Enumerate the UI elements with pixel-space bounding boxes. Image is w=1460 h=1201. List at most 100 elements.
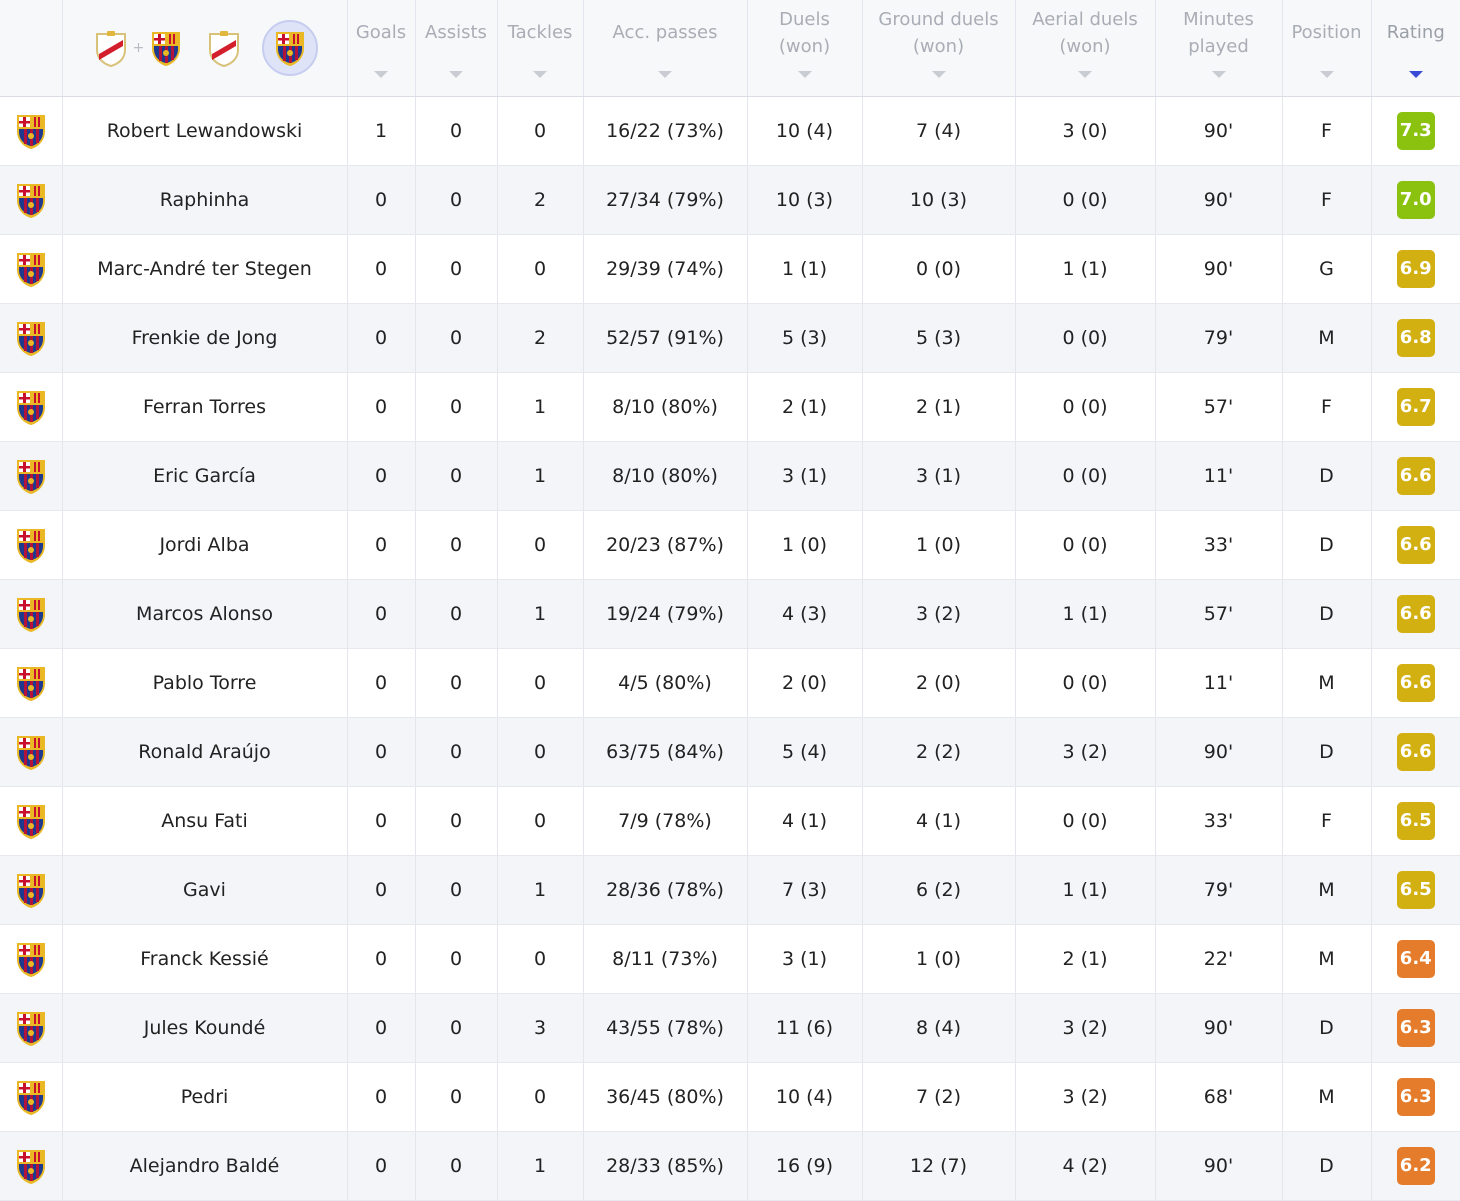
- barcelona-crest-icon: [16, 253, 45, 287]
- ground-duels-cell: 12 (7): [862, 1131, 1016, 1201]
- player-name[interactable]: Jordi Alba: [62, 510, 348, 580]
- player-name[interactable]: Frenkie de Jong: [62, 303, 348, 373]
- table-row[interactable]: Jordi Alba 0 0 0 20/23 (87%) 1 (0) 1 (0)…: [0, 510, 1460, 580]
- team-crest-cell: [0, 303, 63, 373]
- acc-passes-cell: 16/22 (73%): [583, 96, 748, 166]
- aerial-duels-cell: 1 (1): [1015, 579, 1156, 649]
- acc-passes-cell: 8/10 (80%): [583, 441, 748, 511]
- player-name[interactable]: Pablo Torre: [62, 648, 348, 718]
- column-header-rating[interactable]: Rating: [1371, 0, 1460, 97]
- rating-badge: 6.4: [1396, 940, 1435, 978]
- table-row[interactable]: Marcos Alonso 0 0 1 19/24 (79%) 4 (3) 3 …: [0, 579, 1460, 649]
- player-name[interactable]: Marc-André ter Stegen: [62, 234, 348, 304]
- tackles-cell: 0: [497, 234, 584, 304]
- team-filter-barcelona-button[interactable]: [262, 20, 319, 76]
- column-header-acc-passes[interactable]: Acc. passes: [583, 0, 748, 97]
- goals-cell: 0: [347, 1131, 416, 1201]
- column-header-minutes-played[interactable]: Minutes played: [1155, 0, 1283, 97]
- tackles-cell: 0: [497, 786, 584, 856]
- position-cell: D: [1282, 579, 1372, 649]
- rating-badge: 6.6: [1396, 733, 1435, 771]
- player-name[interactable]: Jules Koundé: [62, 993, 348, 1063]
- minutes-played-cell: 90': [1155, 96, 1283, 166]
- ground-duels-cell: 1 (0): [862, 510, 1016, 580]
- team-filter-rayo-button[interactable]: [196, 20, 252, 76]
- duels-cell: 2 (1): [747, 372, 863, 442]
- barcelona-crest-icon: [16, 460, 45, 494]
- table-row[interactable]: Ansu Fati 0 0 0 7/9 (78%) 4 (1) 4 (1) 0 …: [0, 786, 1460, 856]
- column-header-tackles[interactable]: Tackles: [497, 0, 584, 97]
- table-row[interactable]: Raphinha 0 0 2 27/34 (79%) 10 (3) 10 (3)…: [0, 165, 1460, 235]
- player-name[interactable]: Eric García: [62, 441, 348, 511]
- table-row[interactable]: Alejandro Baldé 0 0 1 28/33 (85%) 16 (9)…: [0, 1131, 1460, 1201]
- table-row[interactable]: Ferran Torres 0 0 1 8/10 (80%) 2 (1) 2 (…: [0, 372, 1460, 442]
- column-header-goals[interactable]: Goals: [347, 0, 416, 97]
- duels-cell: 7 (3): [747, 855, 863, 925]
- barcelona-crest-icon: [16, 322, 45, 356]
- table-row[interactable]: Frenkie de Jong 0 0 2 52/57 (91%) 5 (3) …: [0, 303, 1460, 373]
- ground-duels-cell: 1 (0): [862, 924, 1016, 994]
- player-name[interactable]: Pedri: [62, 1062, 348, 1132]
- rating-cell: 6.5: [1371, 855, 1460, 925]
- player-name[interactable]: Alejandro Baldé: [62, 1131, 348, 1201]
- ground-duels-cell: 8 (4): [862, 993, 1016, 1063]
- column-header-position[interactable]: Position: [1282, 0, 1372, 97]
- table-row[interactable]: Robert Lewandowski 1 0 0 16/22 (73%) 10 …: [0, 96, 1460, 166]
- table-row[interactable]: Eric García 0 0 1 8/10 (80%) 3 (1) 3 (1)…: [0, 441, 1460, 511]
- table-row[interactable]: Gavi 0 0 1 28/36 (78%) 7 (3) 6 (2) 1 (1)…: [0, 855, 1460, 925]
- team-crest-cell: [0, 1062, 63, 1132]
- table-row[interactable]: Jules Koundé 0 0 3 43/55 (78%) 11 (6) 8 …: [0, 993, 1460, 1063]
- sort-arrow-icon: [374, 71, 388, 78]
- assists-cell: 0: [415, 924, 498, 994]
- tackles-cell: 0: [497, 96, 584, 166]
- rating-badge: 6.8: [1396, 319, 1435, 357]
- minutes-played-cell: 90': [1155, 165, 1283, 235]
- sort-arrow-icon: [1211, 71, 1226, 78]
- table-row[interactable]: Marc-André ter Stegen 0 0 0 29/39 (74%) …: [0, 234, 1460, 304]
- column-label: Rating: [1386, 22, 1445, 43]
- player-name[interactable]: Ronald Araújo: [62, 717, 348, 787]
- position-cell: D: [1282, 717, 1372, 787]
- barcelona-crest-icon: [276, 32, 305, 66]
- player-rows: Robert Lewandowski 1 0 0 16/22 (73%) 10 …: [0, 96, 1460, 1201]
- rating-badge: 6.6: [1396, 595, 1435, 633]
- player-name[interactable]: Raphinha: [62, 165, 348, 235]
- player-name[interactable]: Franck Kessié: [62, 924, 348, 994]
- minutes-played-cell: 90': [1155, 234, 1283, 304]
- player-name[interactable]: Gavi: [62, 855, 348, 925]
- rating-badge: 7.0: [1396, 181, 1435, 219]
- column-header-ground-duels[interactable]: Ground duels (won): [862, 0, 1016, 97]
- table-row[interactable]: Pablo Torre 0 0 0 4/5 (80%) 2 (0) 2 (0) …: [0, 648, 1460, 718]
- acc-passes-cell: 7/9 (78%): [583, 786, 748, 856]
- team-crest-cell: [0, 441, 63, 511]
- tackles-cell: 1: [497, 441, 584, 511]
- goals-cell: 0: [347, 303, 416, 373]
- assists-cell: 0: [415, 234, 498, 304]
- rating-cell: 6.6: [1371, 717, 1460, 787]
- team-crest-cell: [0, 579, 63, 649]
- column-header-duels[interactable]: Duels (won): [747, 0, 863, 97]
- sort-arrow-icon: [533, 71, 547, 78]
- goals-cell: 0: [347, 648, 416, 718]
- table-row[interactable]: Pedri 0 0 0 36/45 (80%) 10 (4) 7 (2) 3 (…: [0, 1062, 1460, 1132]
- table-row[interactable]: Franck Kessié 0 0 0 8/11 (73%) 3 (1) 1 (…: [0, 924, 1460, 994]
- player-name[interactable]: Marcos Alonso: [62, 579, 348, 649]
- player-name[interactable]: Ansu Fati: [62, 786, 348, 856]
- table-row[interactable]: Ronald Araújo 0 0 0 63/75 (84%) 5 (4) 2 …: [0, 717, 1460, 787]
- player-name[interactable]: Ferran Torres: [62, 372, 348, 442]
- rating-cell: 6.6: [1371, 648, 1460, 718]
- table-header-row: + Goals Assists Tackles Acc. passes Duel…: [0, 0, 1460, 97]
- duels-cell: 10 (4): [747, 1062, 863, 1132]
- duels-cell: 4 (3): [747, 579, 863, 649]
- position-cell: M: [1282, 1062, 1372, 1132]
- duels-cell: 10 (4): [747, 96, 863, 166]
- column-header-aerial-duels[interactable]: Aerial duels (won): [1015, 0, 1156, 97]
- column-header-assists[interactable]: Assists: [415, 0, 498, 97]
- team-filter-both-button[interactable]: +: [91, 28, 187, 68]
- minutes-played-cell: 11': [1155, 441, 1283, 511]
- aerial-duels-cell: 4 (2): [1015, 1131, 1156, 1201]
- acc-passes-cell: 29/39 (74%): [583, 234, 748, 304]
- rating-badge: 6.2: [1396, 1147, 1435, 1185]
- player-name[interactable]: Robert Lewandowski: [62, 96, 348, 166]
- goals-cell: 0: [347, 579, 416, 649]
